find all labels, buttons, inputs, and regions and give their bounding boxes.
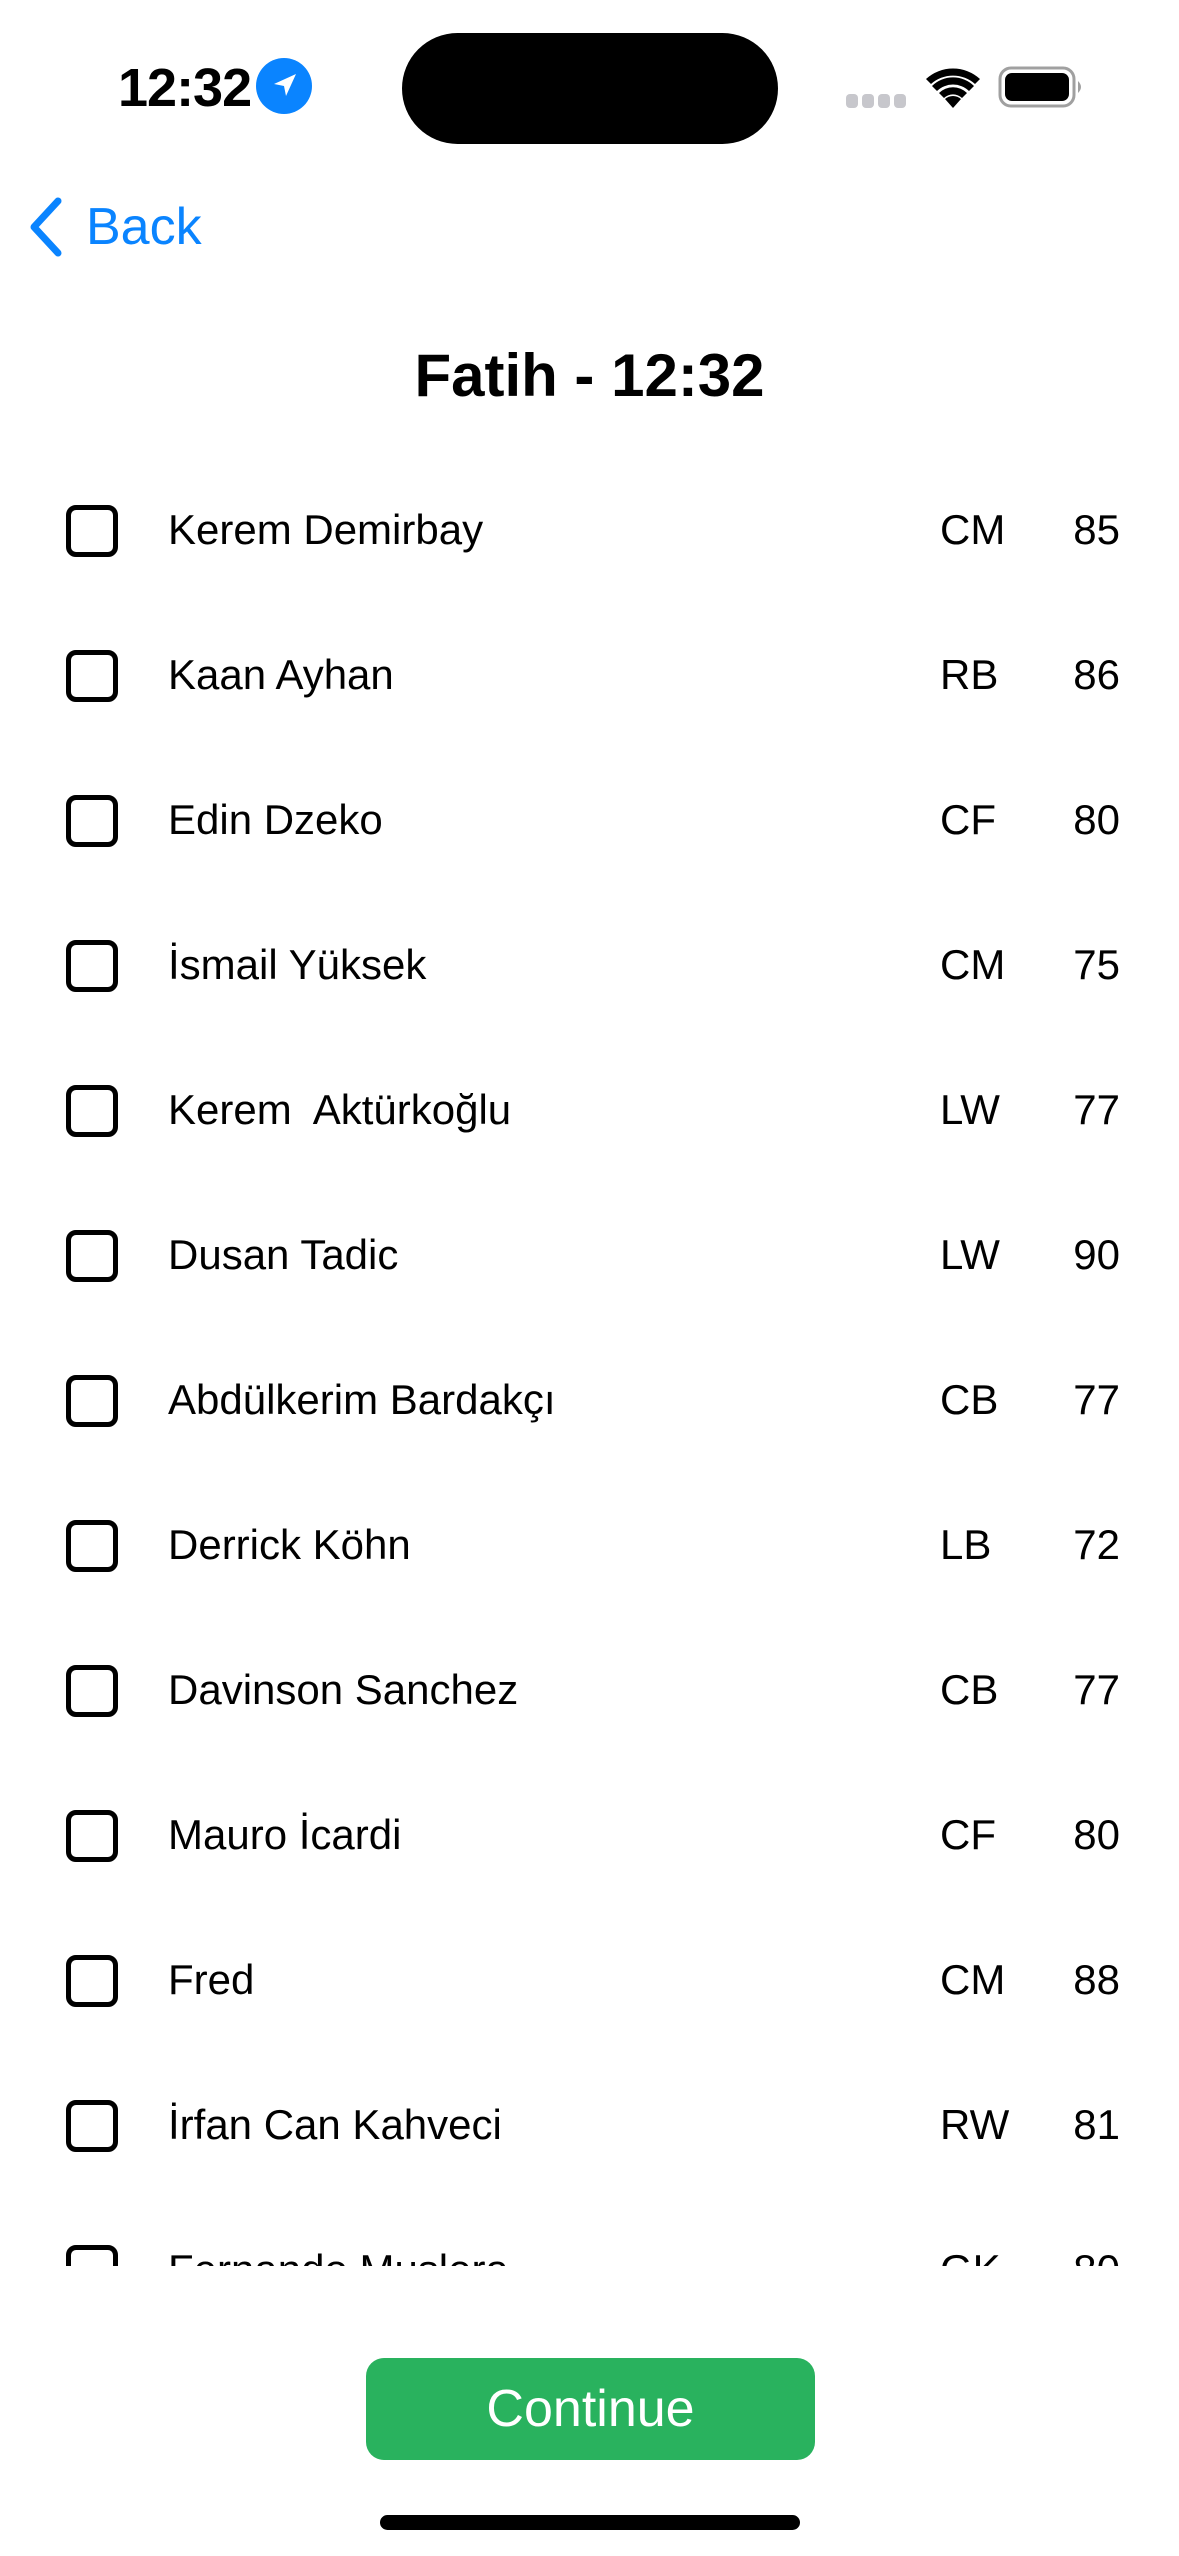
player-name: İsmail Yüksek (168, 941, 427, 988)
player-checkbox[interactable] (66, 1230, 118, 1282)
player-rating: 85 (1073, 506, 1120, 553)
cellular-signal-icon (846, 94, 906, 108)
player-name: Kerem Aktürkoğlu (168, 1086, 512, 1133)
continue-button[interactable]: Continue (366, 2358, 815, 2460)
player-row[interactable]: Fred CM 88 (0, 1912, 1179, 2056)
player-row[interactable]: Fernando Muslera GK 80 (0, 2202, 1179, 2266)
player-position: CB (940, 1666, 999, 1713)
wifi-icon (926, 68, 980, 108)
player-row[interactable]: İsmail Yüksek CM 75 (0, 897, 1179, 1041)
player-row[interactable]: Dusan Tadic LW 90 (0, 1187, 1179, 1331)
player-rating: 90 (1073, 1231, 1120, 1278)
back-button[interactable]: Back (24, 190, 202, 264)
player-position: CM (940, 1956, 1006, 2003)
player-checkbox[interactable] (66, 1665, 118, 1717)
player-rating: 80 (1073, 1811, 1120, 1858)
player-checkbox[interactable] (66, 1520, 118, 1572)
location-arrow-icon (256, 58, 312, 114)
player-rating: 80 (1040, 2240, 1120, 2266)
player-position: LW (940, 1231, 1000, 1278)
player-row[interactable]: Kaan Ayhan RB 86 (0, 607, 1179, 751)
player-checkbox[interactable] (66, 1085, 118, 1137)
page-title: Fatih - 12:32 (414, 342, 765, 409)
player-name: Kerem Demirbay (168, 506, 484, 553)
player-position: CM (940, 941, 1006, 988)
player-row[interactable]: Derrick Köhn LB 72 (0, 1477, 1179, 1621)
battery-icon (998, 66, 1081, 108)
player-name: Fernando Muslera (168, 2240, 509, 2266)
player-row[interactable]: Kerem Aktürkoğlu LW 77 (0, 1042, 1179, 1186)
back-label: Back (86, 198, 202, 256)
player-row[interactable]: Davinson Sanchez CB 77 (0, 1622, 1179, 1766)
dynamic-island (402, 33, 778, 144)
player-checkbox[interactable] (66, 650, 118, 702)
player-name: Derrick Köhn (168, 1521, 411, 1568)
player-rating: 72 (1073, 1521, 1120, 1568)
chevron-left-icon (30, 197, 62, 257)
player-checkbox[interactable] (66, 2245, 118, 2266)
player-row[interactable]: Kerem Demirbay CM 85 (0, 462, 1179, 606)
player-position: CF (940, 1811, 996, 1858)
status-time: 12:32 (118, 58, 252, 118)
player-position: RB (940, 651, 999, 698)
player-position: CB (940, 1376, 999, 1423)
screen: 12:32 Back Fatih - 12:32 Kerem Demirbay … (0, 0, 1179, 2556)
player-name: İrfan Can Kahveci (168, 2101, 502, 2148)
player-name: Dusan Tadic (168, 1231, 399, 1278)
player-rating: 86 (1073, 651, 1120, 698)
player-position: LW (940, 1086, 1000, 1133)
player-rating: 77 (1073, 1086, 1120, 1133)
player-position: CF (940, 796, 996, 843)
player-row[interactable]: Abdülkerim Bardakçı CB 77 (0, 1332, 1179, 1476)
player-name: Fred (168, 1956, 255, 2003)
player-name: Edin Dzeko (168, 796, 383, 843)
player-checkbox[interactable] (66, 2100, 118, 2152)
player-checkbox[interactable] (66, 795, 118, 847)
home-indicator[interactable] (380, 2515, 800, 2530)
player-position: GK (940, 2240, 1001, 2266)
player-position: LB (940, 1521, 992, 1568)
player-checkbox[interactable] (66, 1375, 118, 1427)
player-rating: 75 (1073, 941, 1120, 988)
player-row[interactable]: Mauro İcardi CF 80 (0, 1767, 1179, 1911)
player-row[interactable]: Edin Dzeko CF 80 (0, 752, 1179, 896)
player-name: Mauro İcardi (168, 1811, 402, 1858)
player-rating: 81 (1073, 2101, 1120, 2148)
player-rating: 80 (1073, 796, 1120, 843)
player-name: Davinson Sanchez (168, 1666, 519, 1713)
player-position: CM (940, 506, 1006, 553)
player-checkbox[interactable] (66, 505, 118, 557)
player-row[interactable]: İrfan Can Kahveci RW 81 (0, 2057, 1179, 2201)
player-name: Abdülkerim Bardakçı (168, 1376, 556, 1423)
player-rating: 77 (1073, 1666, 1120, 1713)
player-list[interactable]: Kerem Demirbay CM 85 Kaan Ayhan RB 86 Ed… (0, 462, 1179, 2266)
player-checkbox[interactable] (66, 1810, 118, 1862)
player-position: RW (940, 2101, 1010, 2148)
player-name: Kaan Ayhan (168, 651, 394, 698)
player-checkbox[interactable] (66, 940, 118, 992)
player-rating: 88 (1073, 1956, 1120, 2003)
player-checkbox[interactable] (66, 1955, 118, 2007)
player-rating: 77 (1073, 1376, 1120, 1423)
